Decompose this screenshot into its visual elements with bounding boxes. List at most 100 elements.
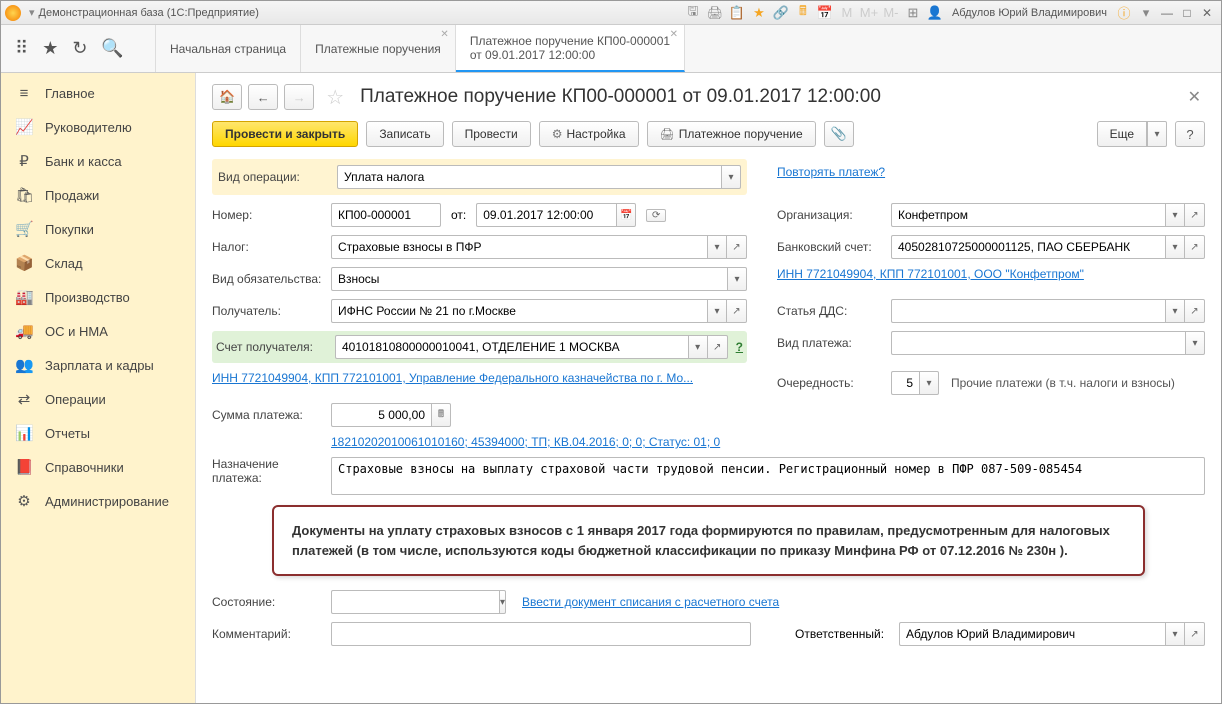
dropdown-icon[interactable]: ▾ (707, 299, 727, 323)
open-icon[interactable]: ↗ (727, 299, 747, 323)
organization-input[interactable] (891, 203, 1165, 227)
purpose-input[interactable]: Страховые взносы на выплату страховой ча… (331, 457, 1205, 495)
operation-type-input[interactable] (337, 165, 721, 189)
sidebar-item-manager[interactable]: 📈Руководителю (1, 110, 195, 144)
sidebar-item-bank[interactable]: ₽Банк и касса (1, 144, 195, 178)
close-doc-button[interactable]: ✕ (1184, 83, 1205, 111)
dropdown-icon[interactable]: ▾ (1165, 299, 1185, 323)
chevron-down-icon[interactable]: ▾ (29, 6, 35, 19)
sidebar-item-admin[interactable]: ⚙Администрирование (1, 484, 195, 518)
sidebar-item-assets[interactable]: 🚚ОС и НМА (1, 314, 195, 348)
sidebar-item-stock[interactable]: 📦Склад (1, 246, 195, 280)
info-icon[interactable]: ⓘ (1116, 5, 1132, 21)
post-and-close-button[interactable]: Провести и закрыть (212, 121, 358, 147)
kbk-details-link[interactable]: 18210202010061010160; 45394000; ТП; КВ.0… (331, 435, 720, 449)
date-input[interactable] (476, 203, 616, 227)
m-icon[interactable]: M (839, 5, 855, 21)
refresh-icon[interactable]: ⟳ (646, 209, 666, 222)
sidebar-item-main[interactable]: ≡Главное (1, 77, 195, 110)
favorite-star-icon[interactable]: ☆ (326, 85, 344, 110)
calc-icon[interactable]: 🖩 (431, 403, 451, 427)
user-name[interactable]: Абдулов Юрий Владимирович (952, 7, 1107, 19)
calc-icon[interactable]: 🖩 (795, 5, 811, 21)
dropdown-icon[interactable]: ▾ (499, 590, 506, 614)
forward-button[interactable]: → (284, 84, 314, 110)
dropdown-icon[interactable]: ▾ (919, 371, 939, 395)
open-icon[interactable]: ↗ (1185, 299, 1205, 323)
responsible-input[interactable] (899, 622, 1165, 646)
tab-close-icon[interactable]: ✕ (670, 29, 678, 40)
settings-button[interactable]: ⚙Настройка (539, 121, 639, 147)
history-icon[interactable]: ↻ (72, 38, 87, 59)
save-icon[interactable]: 🖫 (685, 5, 701, 21)
tab-start[interactable]: Начальная страница (156, 25, 301, 72)
grid-icon[interactable]: ⠿ (15, 38, 28, 59)
help-question-icon[interactable]: ? (736, 340, 743, 354)
state-input[interactable] (331, 590, 499, 614)
m-minus-icon[interactable]: M- (883, 5, 899, 21)
payment-type-input[interactable] (891, 331, 1185, 355)
dropdown-icon[interactable]: ▾ (1138, 5, 1154, 21)
close-window-button[interactable]: ✕ (1199, 5, 1215, 21)
write-button[interactable]: Записать (366, 121, 443, 147)
sidebar-item-purchases[interactable]: 🛒Покупки (1, 212, 195, 246)
order-description: Прочие платежи (в т.ч. налоги и взносы) (951, 376, 1175, 390)
compare-icon[interactable]: 📋 (729, 5, 745, 21)
more-button[interactable]: Еще (1097, 121, 1147, 147)
back-button[interactable]: ← (248, 84, 278, 110)
obligation-input[interactable] (331, 267, 727, 291)
print-form-button[interactable]: 🖨Платежное поручение (647, 121, 816, 147)
sum-input[interactable] (331, 403, 431, 427)
star-icon[interactable]: ★ (751, 5, 767, 21)
home-button[interactable]: 🏠 (212, 84, 242, 110)
comment-input[interactable] (331, 622, 751, 646)
repeat-payment-link[interactable]: Повторять платеж? (777, 165, 885, 179)
dropdown-icon[interactable]: ▾ (707, 235, 727, 259)
order-input[interactable] (891, 371, 919, 395)
print-icon[interactable]: 🖨 (707, 5, 723, 21)
sidebar-item-production[interactable]: 🏭Производство (1, 280, 195, 314)
tax-input[interactable] (331, 235, 707, 259)
sidebar-item-operations[interactable]: ⇄Операции (1, 382, 195, 416)
dropdown-icon[interactable]: ▾ (1185, 331, 1205, 355)
dropdown-icon[interactable]: ▾ (1165, 235, 1185, 259)
search-icon[interactable]: 🔍 (101, 38, 123, 59)
org-details-link[interactable]: ИНН 7721049904, КПП 772101001, ООО "Конф… (777, 267, 1084, 281)
dropdown-icon[interactable]: ▾ (721, 165, 741, 189)
tab-close-icon[interactable]: ✕ (440, 29, 448, 40)
create-writeoff-link[interactable]: Ввести документ списания с расчетного сч… (522, 595, 779, 609)
receiver-details-link[interactable]: ИНН 7721049904, КПП 772101001, Управлени… (212, 371, 693, 385)
receiver-account-input[interactable] (335, 335, 688, 359)
sidebar-item-reports[interactable]: 📊Отчеты (1, 416, 195, 450)
open-icon[interactable]: ↗ (708, 335, 728, 359)
receiver-input[interactable] (331, 299, 707, 323)
link-icon[interactable]: 🔗 (773, 5, 789, 21)
open-icon[interactable]: ↗ (1185, 622, 1205, 646)
more-dropdown-icon[interactable]: ▾ (1147, 121, 1167, 147)
open-icon[interactable]: ↗ (727, 235, 747, 259)
help-button[interactable]: ? (1175, 121, 1205, 147)
number-input[interactable] (331, 203, 441, 227)
sidebar-item-sales[interactable]: 🛍Продажи (1, 178, 195, 212)
dropdown-icon[interactable]: ▾ (1165, 203, 1185, 227)
open-icon[interactable]: ↗ (1185, 203, 1205, 227)
bank-account-input[interactable] (891, 235, 1165, 259)
maximize-button[interactable]: □ (1179, 5, 1195, 21)
sidebar-item-salary[interactable]: 👥Зарплата и кадры (1, 348, 195, 382)
post-button[interactable]: Провести (452, 121, 531, 147)
calendar-icon[interactable]: 📅 (817, 5, 833, 21)
tab-payment-doc[interactable]: Платежное поручение КП00-000001 от 09.01… (456, 25, 685, 72)
dropdown-icon[interactable]: ▾ (1165, 622, 1185, 646)
attachments-button[interactable]: 📎 (824, 121, 854, 147)
tab-payments[interactable]: Платежные поручения ✕ (301, 25, 456, 72)
favorite-icon[interactable]: ★ (42, 38, 58, 59)
minimize-button[interactable]: — (1159, 5, 1175, 21)
dds-input[interactable] (891, 299, 1165, 323)
dropdown-icon[interactable]: ▾ (688, 335, 708, 359)
dropdown-icon[interactable]: ▾ (727, 267, 747, 291)
m-plus-icon[interactable]: M+ (861, 5, 877, 21)
panel-icon[interactable]: ⊞ (905, 5, 921, 21)
open-icon[interactable]: ↗ (1185, 235, 1205, 259)
calendar-icon[interactable]: 📅 (616, 203, 636, 227)
sidebar-item-references[interactable]: 📕Справочники (1, 450, 195, 484)
